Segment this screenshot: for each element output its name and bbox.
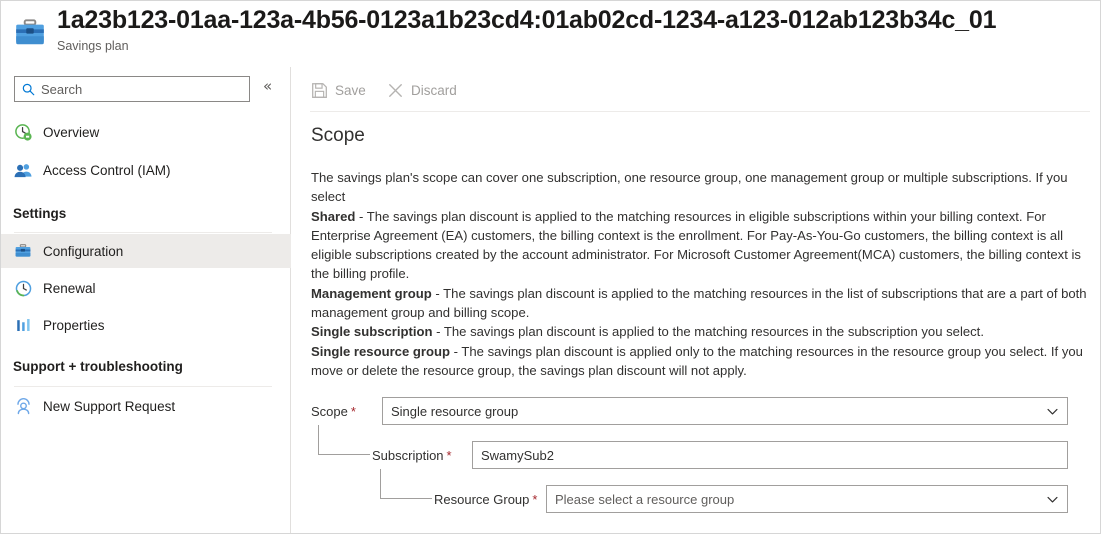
search-icon	[21, 82, 36, 97]
desc-single-subscription: - The savings plan discount is applied t…	[432, 324, 984, 340]
subscription-label: Subscription *	[372, 447, 452, 463]
briefcase-icon	[13, 241, 33, 261]
people-icon	[13, 160, 33, 180]
command-bar: Save Discard	[292, 67, 1100, 112]
required-asterisk: *	[532, 491, 538, 507]
sidebar-item-configuration[interactable]: Configuration	[1, 234, 291, 268]
azure-portal-blade: 1a23b123-01aa-123a-4b56-0123a1b23cd4:01a…	[0, 0, 1101, 534]
sidebar-item-access-control[interactable]: Access Control (IAM)	[1, 153, 291, 187]
sidebar-group-settings: Settings	[13, 206, 67, 221]
sidebar-divider	[14, 386, 272, 387]
sidebar-item-overview[interactable]: Overview	[1, 115, 291, 149]
briefcase-icon	[13, 15, 47, 49]
search-input[interactable]: Search	[14, 76, 250, 102]
resource-group-field-row: Resource Group *	[434, 485, 537, 513]
sidebar-search-row: Search «	[1, 67, 291, 115]
discard-label: Discard	[411, 82, 457, 98]
sidebar-divider	[14, 232, 272, 233]
chevron-double-left-icon[interactable]: «	[263, 79, 272, 94]
blade-header: 1a23b123-01aa-123a-4b56-0123a1b23cd4:01a…	[1, 1, 1100, 67]
desc-shared: - The savings plan discount is applied t…	[311, 208, 1081, 282]
tree-connector-scope-subscription	[318, 425, 370, 455]
sidebar-item-label: Renewal	[43, 280, 96, 296]
sidebar-item-label: New Support Request	[43, 398, 176, 414]
page-subtitle: Savings plan	[57, 39, 129, 53]
sidebar-group-support: Support + troubleshooting	[13, 359, 183, 374]
sidebar-item-label: Properties	[43, 317, 105, 333]
sidebar-item-label: Configuration	[43, 243, 124, 259]
clock-refresh-icon	[13, 278, 33, 298]
save-disk-icon	[311, 82, 328, 99]
chevron-down-icon	[1046, 405, 1059, 418]
subscription-field-row: Subscription *	[372, 441, 452, 469]
sidebar-item-new-support-request[interactable]: New Support Request	[1, 389, 291, 423]
subscription-field[interactable]: SwamySub2	[472, 441, 1068, 469]
section-title: Scope	[311, 125, 365, 146]
save-button[interactable]: Save	[311, 78, 366, 102]
resource-group-label: Resource Group *	[434, 491, 538, 507]
sidebar-item-label: Overview	[43, 124, 100, 140]
required-asterisk: *	[446, 447, 452, 463]
command-bar-divider	[310, 111, 1090, 112]
description-intro: The savings plan's scope can cover one s…	[311, 170, 1068, 205]
scope-label: Scope *	[311, 403, 356, 419]
resource-group-value: Please select a resource group	[555, 491, 735, 507]
scope-description: The savings plan's scope can cover one s…	[311, 168, 1087, 380]
sidebar-item-renewal[interactable]: Renewal	[1, 271, 291, 305]
term-management-group: Management group	[311, 285, 432, 301]
bar-chart-icon	[13, 315, 33, 335]
term-single-resource-group: Single resource group	[311, 343, 450, 359]
scope-select[interactable]: Single resource group	[382, 397, 1068, 425]
search-placeholder: Search	[41, 81, 83, 97]
sidebar-item-properties[interactable]: Properties	[1, 308, 291, 342]
close-x-icon	[387, 82, 404, 99]
sidebar: Search « Overview Access Control (IAM) S…	[1, 67, 291, 533]
required-asterisk: *	[350, 403, 356, 419]
scope-value: Single resource group	[391, 403, 519, 419]
sidebar-item-label: Access Control (IAM)	[43, 162, 171, 178]
resource-group-select[interactable]: Please select a resource group	[546, 485, 1068, 513]
overview-icon	[13, 122, 33, 142]
main-content: Save Discard Scope The savings plan's sc…	[292, 67, 1100, 533]
subscription-value: SwamySub2	[481, 447, 554, 463]
scope-field-row: Scope *	[311, 397, 356, 425]
save-label: Save	[335, 82, 366, 98]
term-shared: Shared	[311, 208, 356, 224]
support-person-icon	[13, 396, 33, 416]
tree-connector-subscription-resource-group	[380, 469, 432, 499]
page-title: 1a23b123-01aa-123a-4b56-0123a1b23cd4:01a…	[57, 6, 997, 34]
chevron-down-icon	[1046, 493, 1059, 506]
term-single-subscription: Single subscription	[311, 324, 433, 340]
discard-button[interactable]: Discard	[387, 78, 457, 102]
